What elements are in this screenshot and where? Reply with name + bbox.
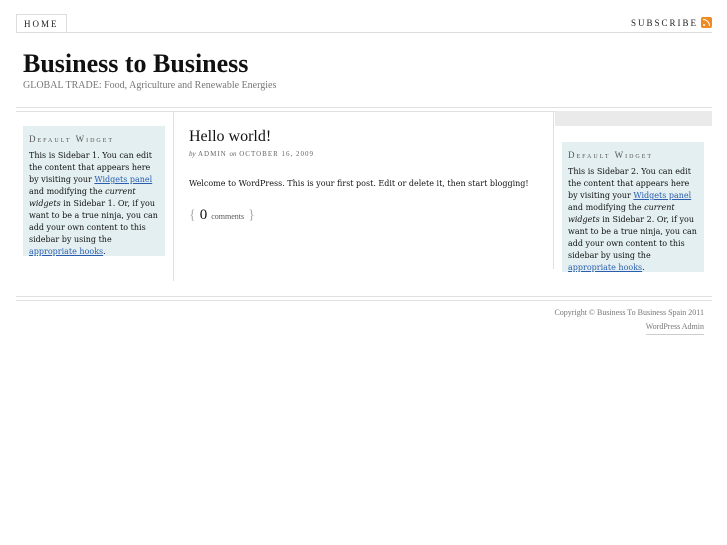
site-title[interactable]: Business to Business <box>23 48 248 80</box>
nav-divider <box>16 32 712 33</box>
copyright-text: Copyright © Business To Business Spain 2… <box>554 308 704 317</box>
widgets-panel-link[interactable]: Widgets panel <box>633 191 691 200</box>
site-description: GLOBAL TRADE: Food, Agriculture and Rene… <box>23 80 277 91</box>
post-author[interactable]: ADMIN <box>198 150 227 158</box>
widget-text-part: and modifying the <box>29 187 106 196</box>
footer-divider <box>16 296 712 301</box>
appropriate-hooks-link[interactable]: appropriate hooks <box>568 263 642 272</box>
widget-title: Default Widget <box>29 134 115 144</box>
widgets-panel-link[interactable]: Widgets panel <box>94 175 152 184</box>
comments-link[interactable]: { 0 comments } <box>189 206 255 226</box>
post-title[interactable]: Hello world! <box>189 127 271 147</box>
widget-text-part: . <box>103 247 106 256</box>
top-nav: HOME SUBSCRIBE <box>16 14 712 34</box>
comment-brace-close: } <box>248 208 255 223</box>
post-body: Welcome to WordPress. This is your first… <box>189 179 529 188</box>
appropriate-hooks-link[interactable]: appropriate hooks <box>29 247 103 256</box>
meta-by: by <box>189 150 196 158</box>
sidebar-1-widget: Default Widget This is Sidebar 1. You ca… <box>23 126 165 256</box>
subscribe-label[interactable]: SUBSCRIBE <box>631 18 698 28</box>
rss-icon[interactable] <box>701 17 712 28</box>
comment-count[interactable]: 0 <box>200 207 208 223</box>
wordpress-admin-link[interactable]: WordPress Admin <box>645 322 704 335</box>
widget-text: This is Sidebar 2. You can edit the cont… <box>568 166 698 274</box>
widget-text-part: and modifying the <box>568 203 645 212</box>
post-date: OCTOBER 16, 2009 <box>239 150 315 158</box>
right-sidebar-top-bar <box>555 111 712 126</box>
comment-label[interactable]: comments <box>211 212 244 221</box>
left-column-divider <box>173 111 174 281</box>
widget-title: Default Widget <box>568 150 654 160</box>
post-meta: by ADMIN on OCTOBER 16, 2009 <box>189 150 314 159</box>
right-column-divider <box>553 111 554 269</box>
sidebar-2-widget: Default Widget This is Sidebar 2. You ca… <box>562 142 704 272</box>
subscribe-link[interactable]: SUBSCRIBE <box>631 16 712 30</box>
widget-text: This is Sidebar 1. You can edit the cont… <box>29 150 159 258</box>
widget-text-part: . <box>642 263 645 272</box>
meta-on: on <box>229 150 237 158</box>
nav-home-link[interactable]: HOME <box>16 14 67 33</box>
comment-brace-open: { <box>189 208 196 223</box>
